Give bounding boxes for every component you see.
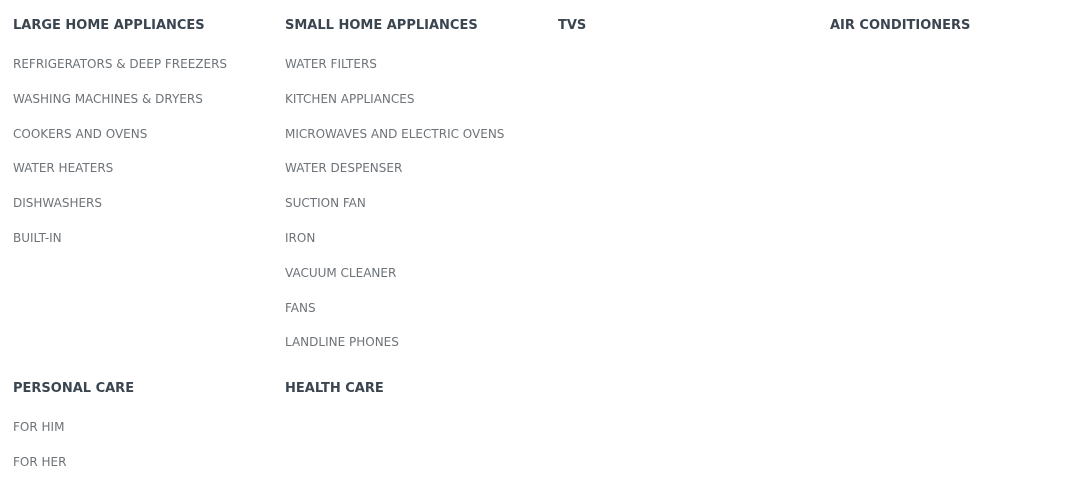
list-item: IRON [285, 228, 545, 263]
refrigerators-deep-freezers-link[interactable]: REFRIGERATORS & DEEP FREEZERS [13, 54, 273, 74]
large-home-appliances-heading[interactable]: LARGE HOME APPLIANCES [13, 16, 273, 36]
air-conditioners-heading[interactable]: AIR CONDITIONERS [830, 16, 1073, 36]
list-item: WATER FILTERS [285, 54, 545, 89]
for-her-link[interactable]: FOR HER [13, 452, 273, 472]
health-care-column: HEALTH CARE [285, 379, 545, 399]
small-home-appliances-list: WATER FILTERS KITCHEN APPLIANCES MICROWA… [285, 54, 545, 367]
water-filters-link[interactable]: WATER FILTERS [285, 54, 545, 74]
list-item: FOR HIM [13, 417, 273, 452]
personal-care-column: PERSONAL CARE FOR HIM FOR HER [13, 379, 273, 487]
washing-machines-dryers-link[interactable]: WASHING MACHINES & DRYERS [13, 89, 273, 109]
personal-care-heading[interactable]: PERSONAL CARE [13, 379, 273, 399]
list-item: REFRIGERATORS & DEEP FREEZERS [13, 54, 273, 89]
air-conditioners-column: AIR CONDITIONERS [830, 16, 1073, 36]
health-care-heading[interactable]: HEALTH CARE [285, 379, 545, 399]
dishwashers-link[interactable]: DISHWASHERS [13, 193, 273, 213]
vacuum-cleaner-link[interactable]: VACUUM CLEANER [285, 263, 545, 283]
suction-fan-link[interactable]: SUCTION FAN [285, 193, 545, 213]
large-home-appliances-list: REFRIGERATORS & DEEP FREEZERS WASHING MA… [13, 54, 273, 263]
list-item: BUILT-IN [13, 228, 273, 263]
tvs-column: TVS [558, 16, 818, 36]
list-item: KITCHEN APPLIANCES [285, 89, 545, 124]
list-item: FOR HER [13, 452, 273, 487]
iron-link[interactable]: IRON [285, 228, 545, 248]
list-item: MICROWAVES AND ELECTRIC OVENS [285, 124, 545, 159]
cookers-ovens-link[interactable]: COOKERS AND OVENS [13, 124, 273, 144]
small-home-appliances-heading[interactable]: SMALL HOME APPLIANCES [285, 16, 545, 36]
mega-menu: LARGE HOME APPLIANCES REFRIGERATORS & DE… [0, 0, 1073, 483]
list-item: DISHWASHERS [13, 193, 273, 228]
personal-care-list: FOR HIM FOR HER [13, 417, 273, 487]
tvs-heading[interactable]: TVS [558, 16, 818, 36]
small-home-appliances-column: SMALL HOME APPLIANCES WATER FILTERS KITC… [285, 16, 545, 367]
large-home-appliances-column: LARGE HOME APPLIANCES REFRIGERATORS & DE… [13, 16, 273, 263]
list-item: LANDLINE PHONES [285, 332, 545, 367]
list-item: FANS [285, 298, 545, 333]
kitchen-appliances-link[interactable]: KITCHEN APPLIANCES [285, 89, 545, 109]
built-in-link[interactable]: BUILT-IN [13, 228, 273, 248]
for-him-link[interactable]: FOR HIM [13, 417, 273, 437]
water-heaters-link[interactable]: WATER HEATERS [13, 158, 273, 178]
list-item: VACUUM CLEANER [285, 263, 545, 298]
list-item: SUCTION FAN [285, 193, 545, 228]
list-item: WATER HEATERS [13, 158, 273, 193]
landline-phones-link[interactable]: LANDLINE PHONES [285, 332, 545, 352]
fans-link[interactable]: FANS [285, 298, 545, 318]
water-dispenser-link[interactable]: WATER DESPENSER [285, 158, 545, 178]
list-item: WASHING MACHINES & DRYERS [13, 89, 273, 124]
list-item: COOKERS AND OVENS [13, 124, 273, 159]
list-item: WATER DESPENSER [285, 158, 545, 193]
microwaves-electric-ovens-link[interactable]: MICROWAVES AND ELECTRIC OVENS [285, 124, 545, 144]
